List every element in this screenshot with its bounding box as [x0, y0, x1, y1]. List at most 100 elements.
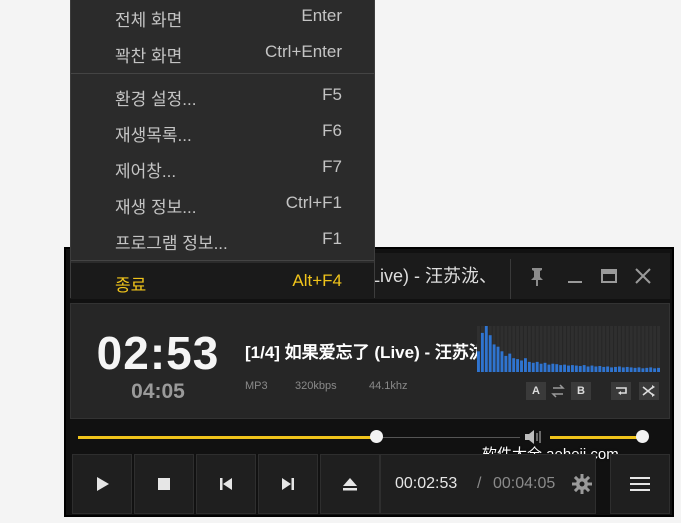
menu-item-shortcut: Enter [301, 6, 342, 25]
spectrum-bar [578, 366, 582, 372]
menu-item-label: 프로그램 정보... [115, 234, 228, 253]
total-time: 04:05 [131, 380, 185, 403]
seek-bar-fill[interactable] [78, 436, 380, 439]
spectrum-bar-bg [610, 326, 614, 372]
stop-icon [158, 478, 170, 490]
spectrum-bar [551, 363, 555, 372]
spectrum-bar-bg [637, 326, 641, 372]
spectrum-bar [500, 351, 504, 372]
spectrum-bar-bg [649, 326, 653, 372]
spectrum-bar [657, 367, 660, 372]
menu-item-playlist[interactable]: 재생목록... F6 [71, 113, 374, 149]
context-menu: 전체 화면 Enter 꽉찬 화면 Ctrl+Enter 환경 설정... F5… [70, 0, 375, 299]
menu-item-shortcut: Alt+F4 [292, 271, 342, 290]
spectrum-bar [582, 365, 586, 372]
spectrum-bar-bg [653, 326, 657, 372]
menu-item-playback-info[interactable]: 재생 정보... Ctrl+F1 [71, 185, 374, 221]
pin-icon[interactable] [522, 261, 552, 291]
time-separator: / [477, 475, 482, 492]
spectrum-bar-bg [657, 326, 660, 372]
menu-item-shortcut: F7 [322, 157, 342, 176]
spectrum-bar [488, 335, 492, 372]
volume-handle[interactable] [636, 430, 649, 443]
shuffle-icon[interactable] [639, 382, 659, 400]
spectrum-bar [484, 326, 488, 372]
menu-item-label: 재생목록... [115, 126, 192, 145]
info-panel: 02:53 04:05 [1/4] 如果爱忘了 (Live) - 汪苏泷、 MP… [70, 303, 670, 419]
spectrum-bar [590, 365, 594, 372]
eject-button[interactable] [320, 454, 380, 514]
spectrum-bar [477, 351, 480, 372]
menu-item-control-window[interactable]: 제어창... F7 [71, 149, 374, 185]
elapsed-time: 00:02:53 [395, 475, 458, 492]
spectrum-bar-bg [567, 326, 570, 372]
spectrum-bar [559, 365, 563, 372]
previous-button[interactable] [196, 454, 256, 514]
menu-item-program-info[interactable]: 프로그램 정보... F1 [71, 221, 374, 257]
spectrum-bar [480, 332, 484, 372]
spectrum-bar [516, 359, 520, 372]
menu-item-label: 전체 화면 [115, 11, 183, 30]
track-title: [1/4] 如果爱忘了 (Live) - 汪苏泷、 [245, 343, 477, 362]
spectrum-bar [504, 355, 508, 372]
spectrum-bar [543, 362, 547, 372]
menu-item-label: 꽉찬 화면 [115, 47, 183, 66]
close-icon[interactable] [628, 261, 658, 291]
menu-item-fullscreen[interactable]: 전체 화면 Enter [71, 0, 374, 34]
spectrum-bar [520, 360, 523, 372]
spectrum-bar-bg [606, 326, 610, 372]
ab-repeat-b-button[interactable]: B [571, 382, 591, 400]
next-icon [282, 478, 294, 490]
spectrum-bar [527, 361, 531, 372]
play-button[interactable] [72, 454, 132, 514]
next-button[interactable] [258, 454, 318, 514]
spectrum-bar [508, 353, 512, 372]
spectrum-bar-bg [574, 326, 578, 372]
spectrum-bar-bg [617, 326, 621, 372]
divider [510, 259, 511, 299]
volume-bar-fill[interactable] [550, 436, 642, 439]
menu-item-shortcut: F6 [322, 121, 342, 140]
repeat-icon[interactable] [611, 382, 631, 400]
menu-separator [71, 73, 374, 74]
menu-item-label: 환경 설정... [115, 90, 197, 109]
menu-item-label: 재생 정보... [115, 198, 197, 217]
spectrum-bar [594, 366, 598, 372]
stop-button[interactable] [134, 454, 194, 514]
spectrum-bar [637, 367, 641, 372]
spectrum-bar [633, 367, 637, 372]
spectrum-bar [645, 367, 649, 372]
ab-swap-icon[interactable] [549, 382, 567, 400]
spectrum-bar [649, 367, 653, 372]
spectrum-bar-bg [590, 326, 594, 372]
spectrum-bar-bg [633, 326, 637, 372]
previous-icon [220, 478, 232, 490]
spectrum-bar [625, 366, 629, 372]
menu-item-fill-screen[interactable]: 꽉찬 화면 Ctrl+Enter [71, 34, 374, 70]
audio-bitrate: 320kbps [295, 380, 337, 392]
spectrum-bar-bg [625, 326, 629, 372]
spectrum-bar [547, 364, 551, 372]
spectrum-bar [523, 358, 527, 372]
settings-gear-icon[interactable] [571, 473, 593, 495]
minimize-icon[interactable] [560, 261, 590, 291]
ab-repeat-a-button[interactable]: A [526, 382, 546, 400]
spectrum-bar-bg [602, 326, 606, 372]
control-bar: 00:02:53 / 00:04:05 [70, 454, 670, 514]
spectrum-bar [629, 367, 633, 372]
spectrum-bar [512, 358, 516, 372]
spectrum-bar [531, 362, 535, 372]
menu-item-shortcut: Ctrl+Enter [265, 42, 342, 61]
maximize-icon[interactable] [594, 261, 624, 291]
menu-button[interactable] [610, 454, 670, 514]
spectrum-bar [614, 366, 617, 372]
spectrum-bar [555, 364, 559, 372]
spectrum-bar [610, 367, 614, 372]
spectrum-bar-bg [621, 326, 625, 372]
menu-item-preferences[interactable]: 환경 설정... F5 [71, 77, 374, 113]
seek-bar-track[interactable] [380, 437, 520, 438]
spectrum-bar [602, 366, 606, 372]
menu-item-exit[interactable]: 종료 Alt+F4 [71, 263, 374, 299]
seek-handle[interactable] [370, 430, 383, 443]
spectrum-bar-bg [629, 326, 633, 372]
